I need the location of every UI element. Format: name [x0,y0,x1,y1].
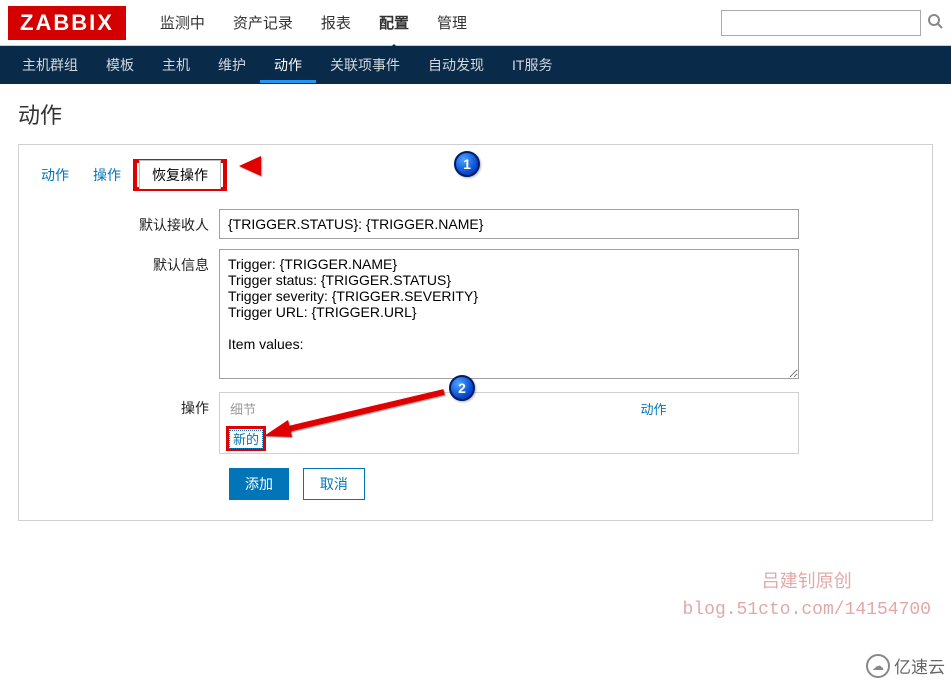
annotation-marker-2: 2 [449,375,475,401]
topnav-monitoring[interactable]: 监测中 [146,4,219,41]
ops-col-action: 动作 [509,393,798,424]
tab-operations[interactable]: 操作 [81,159,133,191]
topnav-reports[interactable]: 报表 [307,4,365,41]
watermark-author: 吕建钊原创 blog.51cto.com/14154700 [683,570,931,624]
search-icon[interactable] [927,13,943,32]
default-message-label: 默认信息 [29,249,219,275]
cloud-icon: ☁ [866,654,890,678]
default-message-textarea[interactable] [219,249,799,379]
add-button[interactable]: 添加 [229,468,289,500]
topnav-inventory[interactable]: 资产记录 [219,4,307,41]
subnav-hostgroups[interactable]: 主机群组 [8,47,92,83]
subnav-discovery[interactable]: 自动发现 [414,47,498,83]
default-subject-label: 默认接收人 [29,209,219,235]
search-input[interactable] [721,10,921,36]
watermark-brand: ☁ 亿速云 [866,653,945,678]
subnav-correlation[interactable]: 关联项事件 [316,47,414,83]
top-bar: ZABBIX 监测中 资产记录 报表 配置 管理 [0,0,951,46]
annotation-highlight-tab: 恢复操作 [133,159,227,191]
watermark-line2: blog.51cto.com/14154700 [683,597,931,624]
subnav-maintenance[interactable]: 维护 [204,47,260,83]
annotation-highlight-new: 新的 [226,426,266,451]
tab-recovery-operations[interactable]: 恢复操作 [139,160,221,189]
topnav-configuration[interactable]: 配置 [365,4,423,41]
tab-action[interactable]: 动作 [29,159,81,191]
sub-nav: 主机群组 模板 主机 维护 动作 关联项事件 自动发现 IT服务 [0,46,951,84]
logo: ZABBIX [8,6,126,40]
subnav-templates[interactable]: 模板 [92,47,148,83]
annotation-marker-1: 1 [454,151,480,177]
content: 动作 动作 操作 恢复操作 1 默认接收人 默认信息 [0,84,951,535]
page-title: 动作 [18,98,933,130]
default-subject-input[interactable] [219,209,799,239]
panel: 动作 操作 恢复操作 1 默认接收人 默认信息 2 [18,144,933,521]
cancel-button[interactable]: 取消 [303,468,365,500]
operations-new-link[interactable]: 新的 [229,430,263,449]
operations-label: 操作 [29,392,219,418]
subnav-hosts[interactable]: 主机 [148,47,204,83]
watermark-brand-text: 亿速云 [894,653,945,678]
top-nav: 监测中 资产记录 报表 配置 管理 [146,4,721,41]
watermark-line1: 吕建钊原创 [683,570,931,597]
operations-table: 细节 动作 新的 [219,392,799,454]
subnav-actions[interactable]: 动作 [260,47,316,83]
subnav-itservices[interactable]: IT服务 [498,47,566,83]
search-area [721,10,921,36]
topnav-administration[interactable]: 管理 [423,4,481,41]
form-buttons: 添加 取消 [229,468,922,500]
